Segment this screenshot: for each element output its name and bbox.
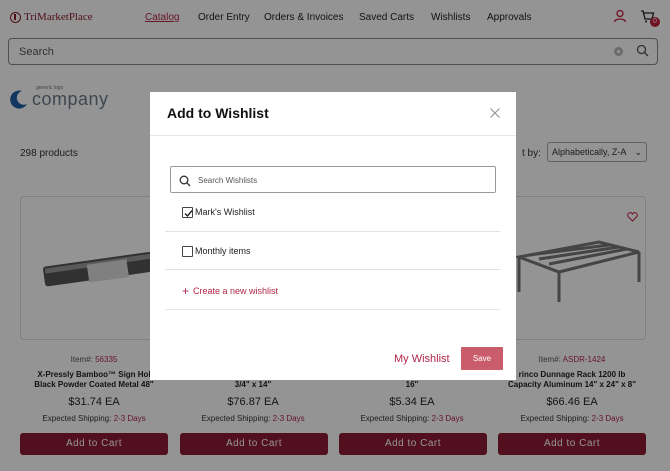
modal-title: Add to Wishlist (167, 105, 269, 121)
wishlist-option[interactable]: Monthly items (165, 232, 500, 270)
modal-divider (165, 309, 500, 310)
modal-header-divider (150, 135, 516, 136)
create-wishlist-link[interactable]: + Create a new wishlist (182, 284, 278, 298)
wishlist-label: Monthly items (195, 246, 251, 256)
wishlist-search-input[interactable] (198, 173, 488, 187)
wishlist-checkbox-checked[interactable] (182, 207, 193, 218)
wishlist-search (170, 166, 496, 193)
search-icon (179, 174, 191, 192)
wishlist-checkbox[interactable] (182, 246, 193, 257)
plus-icon: + (182, 284, 190, 298)
add-to-wishlist-modal: Add to Wishlist Mark's Wishlist Monthly … (150, 92, 516, 380)
wishlist-option[interactable]: Mark's Wishlist (165, 194, 500, 232)
save-button[interactable]: Save (461, 347, 503, 370)
wishlist-label: Mark's Wishlist (195, 207, 255, 217)
close-icon[interactable] (489, 106, 501, 118)
my-wishlist-link[interactable]: My Wishlist (394, 353, 450, 365)
